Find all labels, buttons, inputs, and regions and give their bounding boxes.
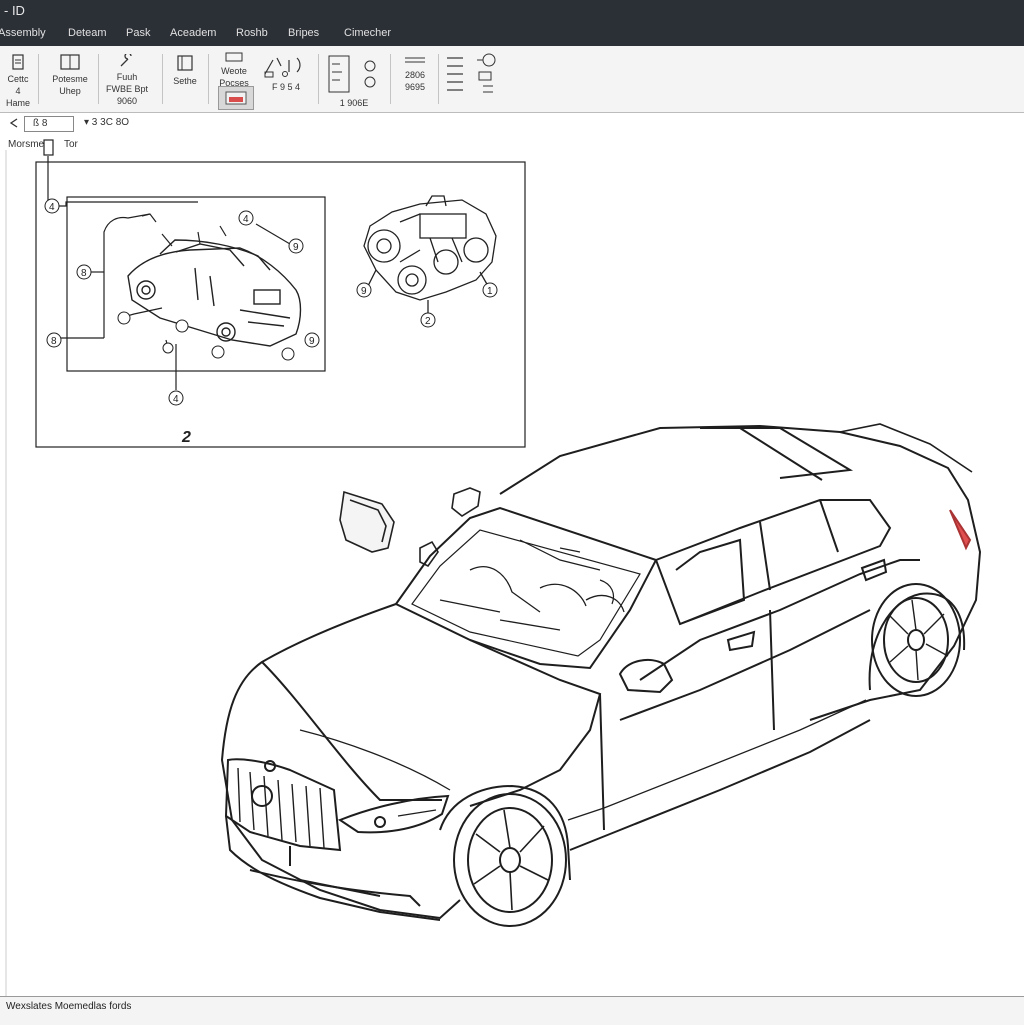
engine-drawing — [363, 195, 497, 314]
callout-label: 9 — [309, 336, 315, 347]
callout-label: 9 — [293, 242, 299, 253]
inset-title: 2 — [181, 429, 191, 446]
callout-label: 2 — [425, 316, 431, 327]
callout-label: 8 — [51, 336, 57, 347]
callout-label: 4 — [173, 394, 179, 405]
callout-label: 4 — [49, 202, 55, 213]
loose-parts — [339, 487, 481, 568]
main-car-drawing — [220, 423, 982, 927]
callout-label: 1 — [487, 286, 493, 297]
inset-callouts: 4 8 8 4 9 9 4 — [44, 198, 320, 406]
drawing-canvas[interactable]: 2 4 8 8 4 9 9 4 9 1 2 — [0, 0, 1024, 1024]
engine-callouts: 9 1 2 — [356, 282, 498, 328]
status-text: Wexslates Moemedlas fords — [6, 1001, 132, 1012]
callout-label: 4 — [243, 214, 249, 225]
callout-label: 8 — [81, 268, 87, 279]
small-car-drawing — [127, 239, 302, 347]
status-bar: Wexslates Moemedlas fords — [0, 996, 1024, 1025]
callout-label: 9 — [361, 286, 367, 297]
